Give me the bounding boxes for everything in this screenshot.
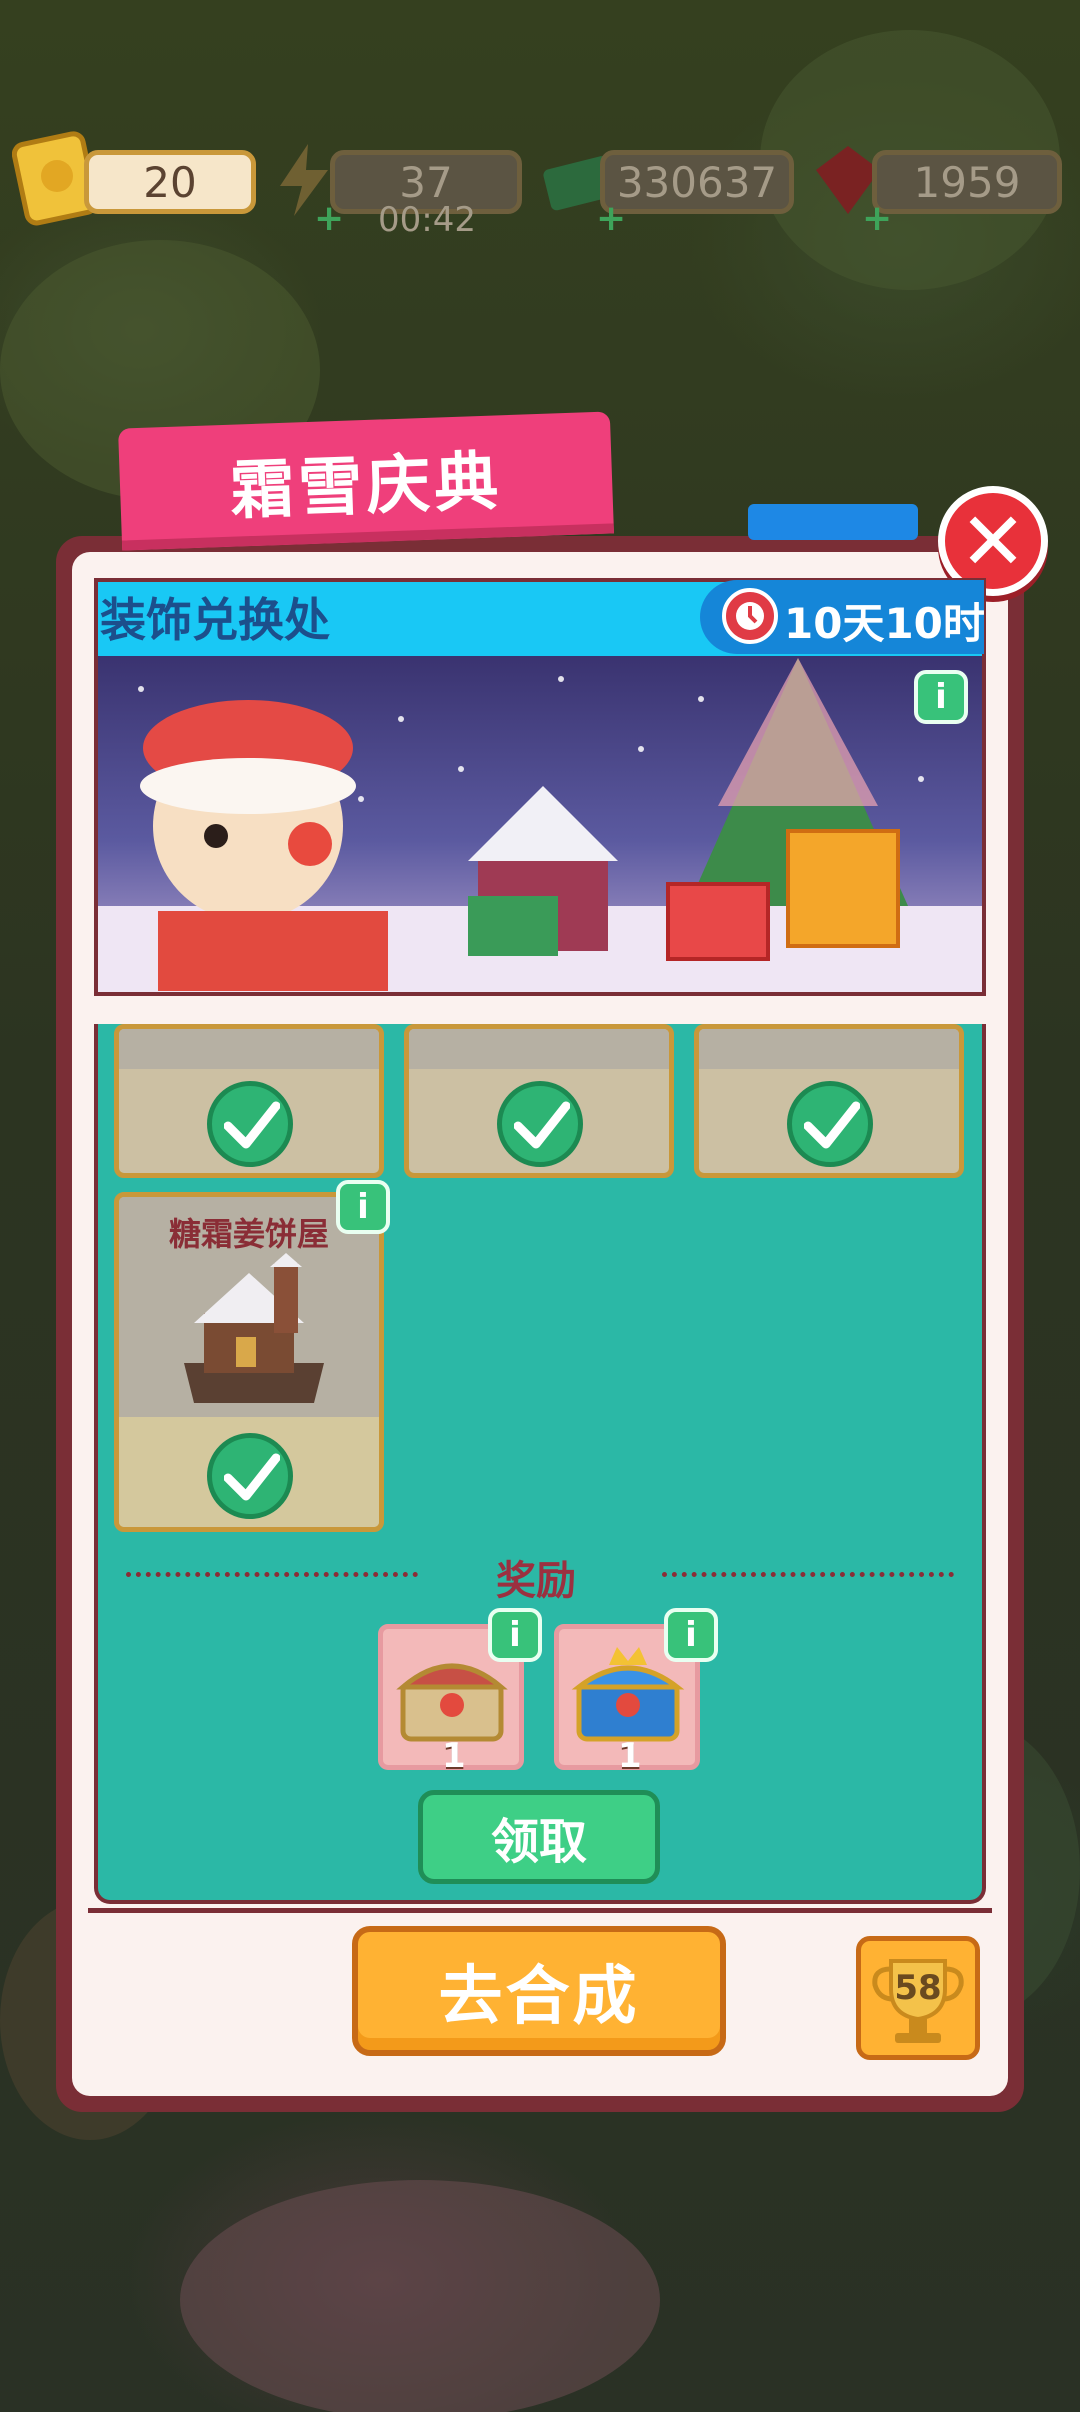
claimed-check-icon	[207, 1433, 293, 1519]
reward-divider-left	[126, 1572, 418, 1577]
event-title: 霜雪庆典	[118, 411, 614, 551]
reward-divider-right	[662, 1572, 954, 1577]
section-title: 装饰兑换处	[100, 593, 330, 647]
footer-divider	[88, 1908, 992, 1913]
go-merge-button[interactable]: 去合成	[352, 1926, 726, 2056]
reward-info-button[interactable]: i	[664, 1608, 718, 1662]
decoration-card[interactable]	[694, 1024, 964, 1178]
ticket-counter: 20	[84, 150, 256, 214]
claimed-check-icon	[497, 1081, 583, 1167]
reward-label: 奖励	[496, 1558, 576, 1604]
info-icon: i	[509, 1615, 521, 1655]
energy-timer: 00:42	[378, 200, 476, 240]
remaining-time: 10天10时	[784, 599, 985, 648]
gem-plus-button[interactable]: +	[862, 201, 892, 237]
ticket-count: 20	[143, 157, 197, 207]
info-icon: i	[357, 1187, 369, 1227]
cash-counter: 330637	[600, 150, 794, 214]
energy-plus-button[interactable]: +	[314, 201, 344, 237]
decoration-title: 糖霜姜饼屋	[169, 1215, 330, 1253]
cash-plus-button[interactable]: +	[596, 201, 626, 237]
reward-info-button[interactable]: i	[488, 1608, 542, 1662]
decoration-card[interactable]	[114, 1024, 384, 1178]
claim-button[interactable]: 领取	[418, 1790, 660, 1884]
reward-count: 1	[618, 1736, 642, 1776]
gem-count: 1959	[913, 157, 1021, 207]
gem-counter: 1959	[872, 150, 1062, 214]
gingerbread-house-icon	[184, 1253, 324, 1403]
banner-info-button[interactable]: i	[914, 670, 968, 724]
close-icon: ✕	[959, 494, 1027, 588]
decoration-card-gingerbread-house[interactable]: 糖霜姜饼屋	[114, 1192, 384, 1532]
trophy-count: 58	[894, 1968, 942, 2008]
info-icon: i	[685, 1615, 697, 1655]
claimed-check-icon	[207, 1081, 293, 1167]
clock-icon	[722, 588, 778, 644]
claimed-check-icon	[787, 1081, 873, 1167]
decoration-card[interactable]	[404, 1024, 674, 1178]
info-icon: i	[935, 677, 947, 717]
dialog-side-tab	[748, 504, 918, 540]
decoration-info-button[interactable]: i	[336, 1180, 390, 1234]
event-banner-illustration	[94, 656, 986, 996]
reward-count: 1	[442, 1736, 466, 1776]
cash-count: 330637	[616, 157, 778, 207]
